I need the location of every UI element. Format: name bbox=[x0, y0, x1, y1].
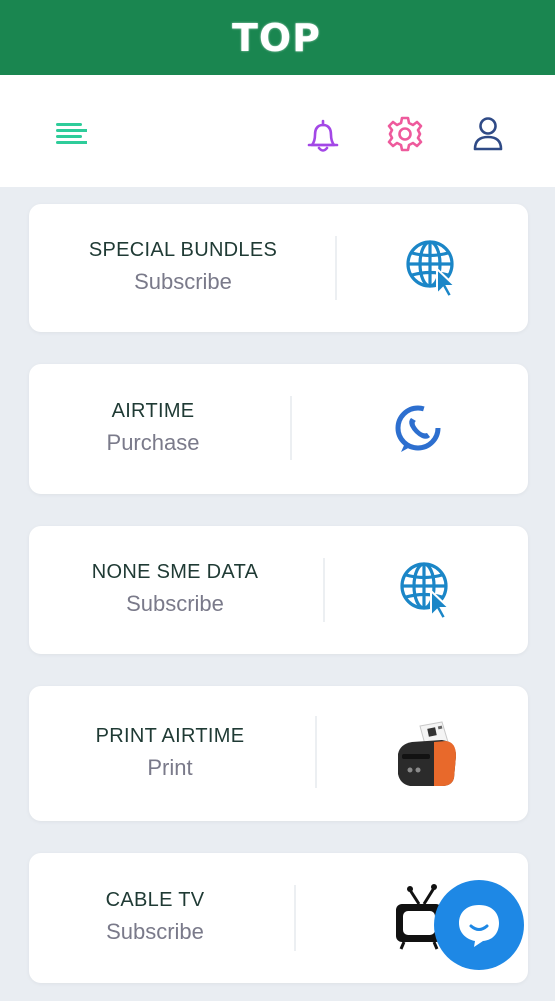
service-action: Subscribe bbox=[134, 269, 232, 294]
service-title: NONE SME DATA bbox=[91, 561, 259, 583]
card-divider bbox=[315, 716, 317, 788]
globe-cursor-icon bbox=[339, 204, 528, 332]
card-divider bbox=[335, 236, 337, 300]
globe-cursor-icon bbox=[325, 526, 530, 654]
service-card-special-bundles[interactable]: SPECIAL BUNDLES Subscribe bbox=[29, 204, 528, 332]
service-card-print-airtime[interactable]: PRINT AIRTIME Print bbox=[29, 686, 528, 821]
service-title: SPECIAL BUNDLES bbox=[88, 239, 278, 261]
user-profile-icon[interactable] bbox=[467, 113, 509, 155]
chat-button[interactable] bbox=[434, 880, 524, 970]
notification-bell-icon[interactable] bbox=[302, 115, 344, 157]
settings-gear-icon[interactable] bbox=[384, 113, 426, 155]
service-title: CABLE TV bbox=[105, 889, 205, 911]
card-divider bbox=[294, 885, 296, 951]
service-card-none-sme-data[interactable]: NONE SME DATA Subscribe bbox=[29, 526, 528, 654]
menu-icon[interactable] bbox=[50, 113, 90, 153]
service-action: Subscribe bbox=[106, 919, 204, 944]
service-title: PRINT AIRTIME bbox=[95, 724, 245, 747]
service-action: Subscribe bbox=[126, 591, 224, 616]
card-divider bbox=[290, 396, 292, 460]
app-header: TOP bbox=[0, 0, 555, 75]
chat-icon bbox=[459, 905, 499, 947]
brand-logo: TOP bbox=[231, 15, 322, 60]
service-action: Purchase bbox=[106, 430, 200, 455]
toolbar bbox=[0, 75, 555, 187]
service-card-airtime[interactable]: AIRTIME Purchase bbox=[29, 364, 528, 494]
service-title: AIRTIME bbox=[111, 400, 195, 422]
printer-icon bbox=[319, 686, 532, 821]
phone-icon bbox=[293, 364, 543, 494]
service-action: Print bbox=[147, 754, 193, 780]
